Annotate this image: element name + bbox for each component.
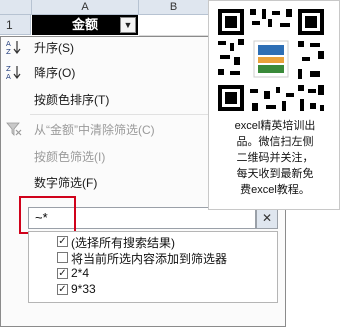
promo-line: 二维码并关注， — [236, 152, 314, 164]
svg-text:A: A — [6, 73, 11, 81]
filter-dropdown-button[interactable]: ▼ — [120, 17, 136, 33]
promo-line: 费excel教程。 — [240, 184, 310, 196]
checkbox-select-all-results[interactable]: ✓ — [57, 236, 68, 247]
sheet-corner[interactable] — [0, 0, 32, 15]
menu-sort-by-color[interactable]: 按颜色排序(T) — [34, 90, 109, 110]
menu-sort-descending[interactable]: 降序(O) — [34, 63, 75, 83]
column-header-a[interactable]: A — [32, 0, 139, 15]
clear-filter-icon — [4, 120, 24, 140]
qr-code-image — [214, 5, 328, 115]
checkbox-value-2x4[interactable]: ✓ — [57, 268, 68, 279]
menu-filter-by-color[interactable]: 按颜色筛选(I) — [34, 147, 105, 167]
list-item[interactable]: (选择所有搜索结果) — [71, 234, 175, 251]
menu-number-filters[interactable]: 数字筛选(F) — [34, 173, 97, 193]
list-item[interactable]: 2*4 — [71, 266, 89, 280]
checkbox-add-to-filter[interactable] — [57, 252, 68, 263]
promo-text: excel精英培训出 品。微信扫左侧 二维码并关注， 每天收到最新免 费exce… — [216, 118, 334, 198]
sort-descending-icon: Z A — [4, 63, 24, 83]
promo-line: 每天收到最新免 — [236, 168, 314, 180]
search-clear-button[interactable]: ✕ — [256, 207, 278, 229]
svg-text:Z: Z — [6, 48, 11, 56]
menu-sort-ascending[interactable]: 升序(S) — [34, 38, 74, 58]
svg-text:A: A — [6, 40, 11, 48]
menu-clear-filter[interactable]: 从“金额”中清除筛选(C) — [34, 120, 155, 140]
svg-text:Z: Z — [6, 65, 11, 73]
promo-line: excel精英培训出 — [234, 120, 316, 132]
sort-ascending-icon: A Z — [4, 38, 24, 58]
row-header-1[interactable]: 1 — [0, 15, 31, 35]
checkbox-value-9x33[interactable]: ✓ — [57, 284, 68, 295]
list-item[interactable]: 9*33 — [71, 282, 96, 296]
column-header-b[interactable]: B — [139, 0, 209, 15]
list-item[interactable]: 将当前所选内容添加到筛选器 — [71, 250, 227, 267]
promo-line: 品。微信扫左侧 — [236, 136, 314, 148]
highlight-box — [19, 196, 76, 234]
